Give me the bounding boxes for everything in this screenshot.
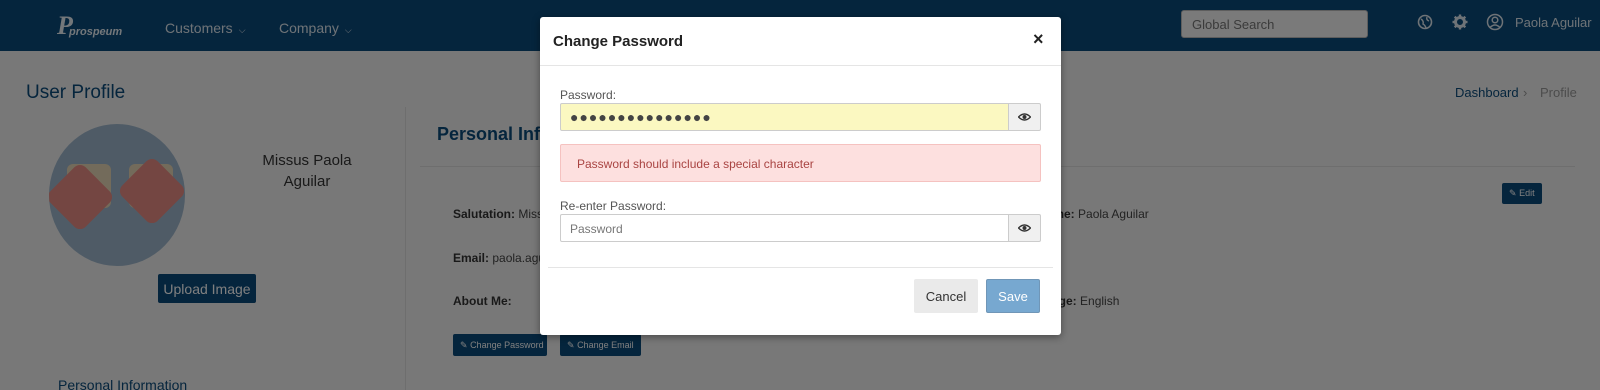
save-button[interactable]: Save [986,279,1040,313]
password-label: Password: [560,88,617,102]
show-reenter-password-button[interactable] [1009,214,1041,242]
modal-footer-divider [548,267,1053,268]
password-error-alert: Password should include a special charac… [560,144,1041,182]
reenter-password-placeholder: Password [570,222,623,236]
password-value: ●●●●●●●●●●●●●●● [570,109,712,125]
modal-title: Change Password [553,33,684,50]
eye-icon [1018,224,1031,232]
password-field[interactable]: ●●●●●●●●●●●●●●● [560,103,1009,131]
reenter-password-field[interactable]: Password [560,214,1009,242]
cancel-button[interactable]: Cancel [914,279,978,313]
password-error-text: Password should include a special charac… [577,157,814,171]
close-icon[interactable]: × [1033,29,1044,50]
show-password-button[interactable] [1009,103,1041,131]
change-password-modal: Change Password × Password: ●●●●●●●●●●●●… [540,17,1061,335]
modal-header-divider [540,65,1061,66]
eye-icon [1018,113,1031,121]
reenter-password-label: Re-enter Password: [560,199,667,213]
